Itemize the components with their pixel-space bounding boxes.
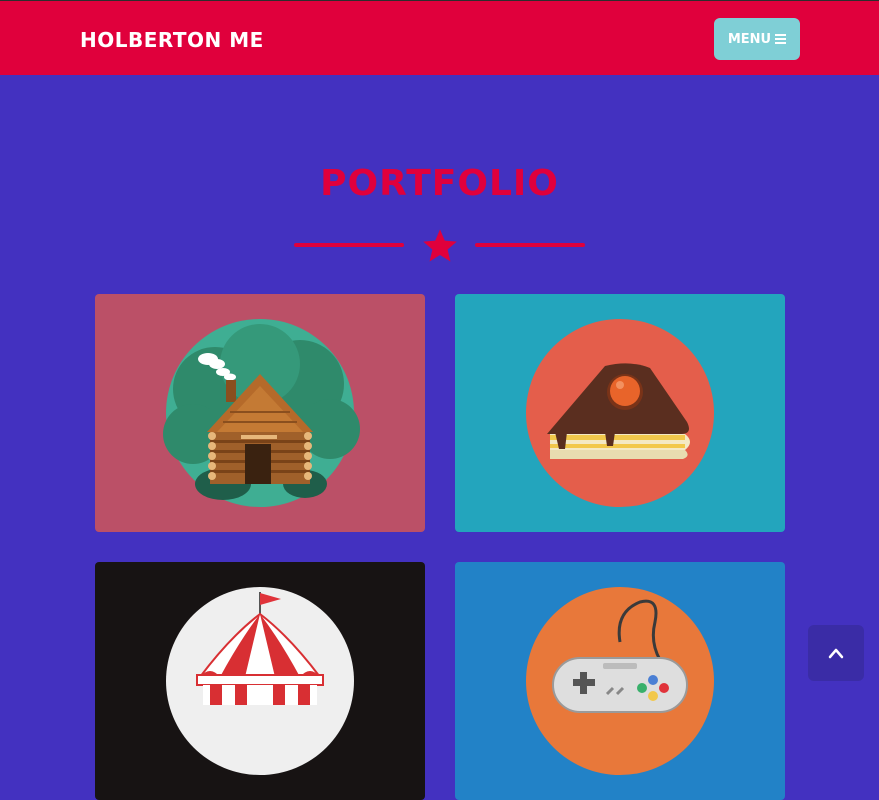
cabin-illustration: [163, 319, 360, 507]
menu-button[interactable]: MENU: [714, 18, 800, 60]
divider-line-left: [294, 243, 404, 247]
bars-icon: [775, 34, 787, 44]
circus-illustration: [166, 587, 354, 775]
divider-line-right: [475, 243, 585, 247]
menu-label: MENU: [727, 31, 772, 47]
portfolio-item-cabin[interactable]: [95, 294, 425, 532]
section-title: PORTFOLIO: [320, 163, 559, 204]
game-controller-illustration: [526, 587, 714, 775]
portfolio-item-circus[interactable]: [95, 562, 425, 800]
scroll-to-top-button[interactable]: [808, 625, 864, 681]
portfolio-item-cake[interactable]: [455, 294, 785, 532]
portfolio-item-game-controller[interactable]: [455, 562, 785, 800]
chevron-up-icon: [828, 648, 844, 659]
brand-link[interactable]: HOLBERTON ME: [80, 28, 264, 52]
cake-illustration: [526, 319, 714, 507]
star-icon: [423, 229, 457, 262]
navbar: HOLBERTON ME MENU: [0, 1, 879, 75]
